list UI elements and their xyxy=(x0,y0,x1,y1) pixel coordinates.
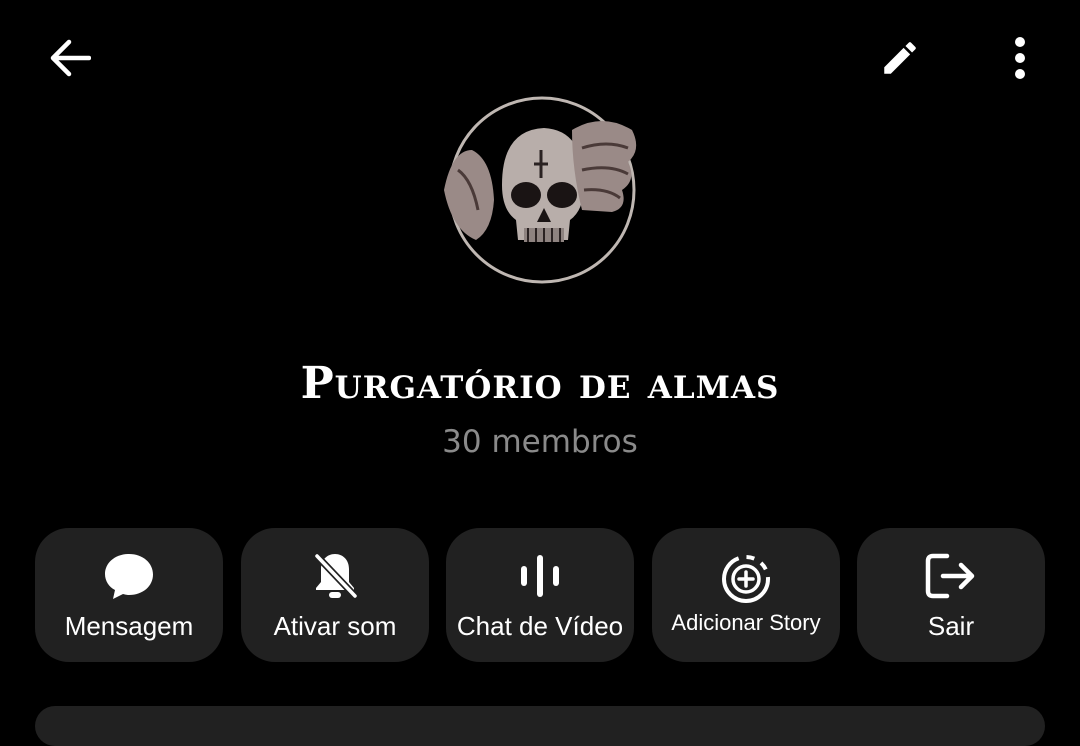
more-vertical-icon xyxy=(1015,37,1025,79)
leave-button[interactable]: Sair xyxy=(857,528,1045,662)
edit-button[interactable] xyxy=(870,28,930,88)
info-card xyxy=(35,706,1045,746)
add-story-button[interactable]: Adicionar Story xyxy=(652,528,840,662)
action-bar: Mensagem Ativar som Chat de Vídeo Adicio… xyxy=(35,528,1045,662)
group-name: Purgatório de almas xyxy=(300,358,780,409)
pencil-icon xyxy=(884,42,916,74)
unmute-button[interactable]: Ativar som xyxy=(241,528,429,662)
leave-label: Sair xyxy=(927,611,975,641)
chat-bubble-icon xyxy=(105,554,153,599)
more-options-button[interactable] xyxy=(990,28,1050,88)
message-label: Mensagem xyxy=(64,611,194,641)
video-chat-button[interactable]: Chat de Vídeo xyxy=(446,528,634,662)
member-count: 30 membros xyxy=(442,424,638,460)
add-story-label: Adicionar Story xyxy=(671,610,821,635)
video-chat-label: Chat de Vídeo xyxy=(456,611,624,641)
back-button[interactable] xyxy=(36,28,102,88)
arrow-left-icon xyxy=(50,39,91,77)
group-avatar[interactable] xyxy=(432,90,648,306)
logout-icon xyxy=(925,553,975,599)
add-story-icon xyxy=(722,555,770,603)
bell-off-icon xyxy=(314,553,358,599)
message-button[interactable]: Mensagem xyxy=(35,528,223,662)
skull-hand-avatar xyxy=(444,96,637,284)
unmute-label: Ativar som xyxy=(273,611,397,641)
audio-bars-icon xyxy=(521,555,559,597)
